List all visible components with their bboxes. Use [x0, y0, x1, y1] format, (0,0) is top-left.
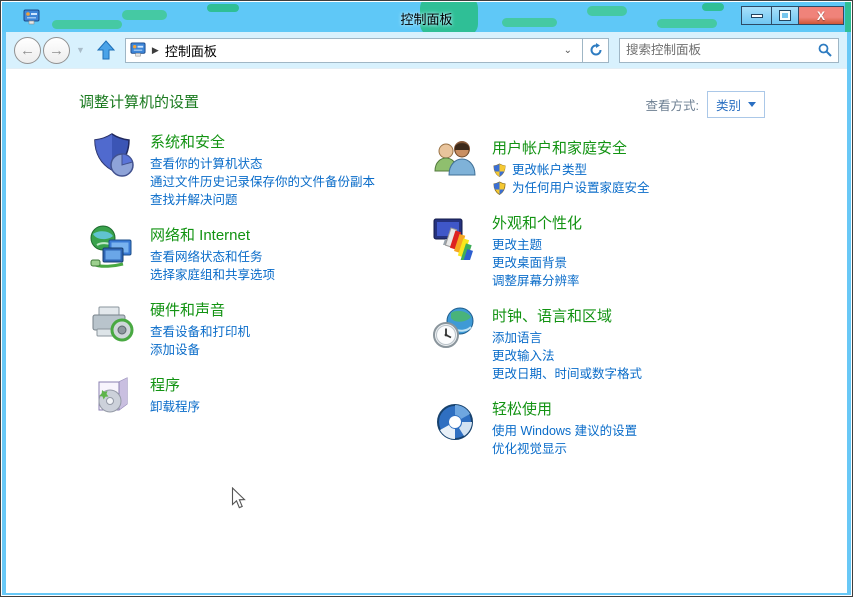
user-accounts-icon[interactable] [431, 137, 479, 185]
category-user-accounts-family-safety: 用户帐户和家庭安全 更改帐户类型 [431, 137, 781, 197]
maximize-icon [780, 11, 790, 20]
breadcrumb-arrow-icon[interactable]: ▶ [152, 45, 159, 56]
maximize-button[interactable] [771, 6, 799, 25]
category-link[interactable]: 查看设备和打印机 [150, 323, 250, 341]
refresh-button[interactable] [583, 38, 609, 63]
category-link[interactable]: 更改主题 [492, 236, 582, 254]
forward-button[interactable]: → [43, 37, 70, 64]
view-by-label: 查看方式: [646, 95, 699, 114]
category-link[interactable]: 调整屏幕分辨率 [492, 272, 582, 290]
category-link[interactable]: 添加语言 [492, 329, 642, 347]
category-link[interactable]: 查找并解决问题 [150, 191, 375, 209]
control-panel-home: 调整计算机的设置 查看方式: 类别 [6, 69, 847, 593]
hardware-sound-icon[interactable] [89, 299, 137, 347]
back-button[interactable]: ← [14, 37, 41, 64]
navigation-bar: ← → ▼ ▶ 控制面板 ⌄ [6, 32, 847, 69]
category-link[interactable]: 通过文件历史记录保存你的文件备份副本 [150, 173, 375, 191]
titlebar[interactable]: 控制面板 X [2, 2, 851, 32]
clock-language-region-icon[interactable] [431, 305, 479, 353]
category-network-internet: 网络和 Internet 查看网络状态和任务 选择家庭组和共享选项 [89, 224, 424, 284]
chevron-down-icon [748, 102, 756, 107]
window-title: 控制面板 [2, 9, 851, 28]
category-link[interactable]: 卸载程序 [150, 398, 200, 416]
category-link[interactable]: 添加设备 [150, 341, 250, 359]
appearance-icon[interactable] [431, 212, 479, 260]
category-link[interactable]: 更改桌面背景 [492, 254, 582, 272]
page-title: 调整计算机的设置 [79, 91, 199, 112]
category-hardware-sound: 硬件和声音 查看设备和打印机 添加设备 [89, 299, 424, 359]
programs-icon[interactable] [89, 374, 137, 422]
view-by-dropdown[interactable]: 类别 [707, 91, 765, 118]
network-internet-icon[interactable] [89, 224, 137, 272]
category-system-and-security: 系统和安全 查看你的计算机状态 通过文件历史记录保存你的文件备份副本 查找并解决… [89, 131, 424, 209]
category-title[interactable]: 时钟、语言和区域 [492, 305, 642, 326]
window-frame: ← → ▼ ▶ 控制面板 ⌄ [2, 32, 851, 595]
refresh-icon [589, 43, 603, 57]
minimize-icon [751, 14, 763, 18]
view-by-control: 查看方式: 类别 [646, 91, 766, 118]
category-link-label: 更改帐户类型 [512, 161, 587, 179]
category-ease-of-access: 轻松使用 使用 Windows 建议的设置 优化视觉显示 [431, 398, 781, 458]
category-title[interactable]: 轻松使用 [492, 398, 637, 419]
recent-pages-chevron-icon[interactable]: ▼ [76, 45, 85, 55]
search-box[interactable] [619, 38, 839, 63]
category-link[interactable]: 使用 Windows 建议的设置 [492, 422, 637, 440]
breadcrumb-control-panel-icon [130, 42, 146, 58]
right-column: 用户帐户和家庭安全 更改帐户类型 [431, 137, 781, 473]
ease-of-access-icon[interactable] [431, 398, 479, 446]
mouse-cursor [231, 487, 246, 510]
control-panel-window: 控制面板 X ← → ▼ [0, 0, 853, 597]
category-title[interactable]: 外观和个性化 [492, 212, 582, 233]
address-bar[interactable]: ▶ 控制面板 ⌄ [125, 38, 583, 63]
category-programs: 程序 卸载程序 [89, 374, 424, 422]
category-link[interactable]: 更改输入法 [492, 347, 642, 365]
category-title[interactable]: 硬件和声音 [150, 299, 250, 320]
system-security-icon[interactable] [89, 131, 137, 179]
category-link[interactable]: 查看网络状态和任务 [150, 248, 275, 266]
category-title[interactable]: 网络和 Internet [150, 224, 275, 245]
left-column: 系统和安全 查看你的计算机状态 通过文件历史记录保存你的文件备份副本 查找并解决… [89, 131, 424, 437]
category-title[interactable]: 程序 [150, 374, 200, 395]
category-link-label: 为任何用户设置家庭安全 [512, 179, 650, 197]
up-button[interactable] [97, 40, 115, 60]
category-clock-language-region: 时钟、语言和区域 添加语言 更改输入法 更改日期、时间或数字格式 [431, 305, 781, 383]
category-title[interactable]: 用户帐户和家庭安全 [492, 137, 650, 158]
minimize-button[interactable] [741, 6, 771, 25]
category-link[interactable]: 查看你的计算机状态 [150, 155, 375, 173]
category-link[interactable]: 优化视觉显示 [492, 440, 637, 458]
breadcrumb[interactable]: 控制面板 [165, 41, 557, 60]
category-link[interactable]: 选择家庭组和共享选项 [150, 266, 275, 284]
uac-shield-icon [492, 181, 507, 196]
search-input[interactable] [626, 43, 818, 57]
category-link[interactable]: 更改日期、时间或数字格式 [492, 365, 642, 383]
address-dropdown-icon[interactable]: ⌄ [557, 45, 578, 56]
category-appearance-personalization: 外观和个性化 更改主题 更改桌面背景 调整屏幕分辨率 [431, 212, 781, 290]
category-title[interactable]: 系统和安全 [150, 131, 375, 152]
search-icon[interactable] [818, 43, 832, 57]
view-by-value: 类别 [716, 95, 741, 114]
uac-shield-icon [492, 163, 507, 178]
category-link[interactable]: 为任何用户设置家庭安全 [492, 179, 650, 197]
close-button[interactable]: X [799, 6, 844, 25]
category-link[interactable]: 更改帐户类型 [492, 161, 650, 179]
